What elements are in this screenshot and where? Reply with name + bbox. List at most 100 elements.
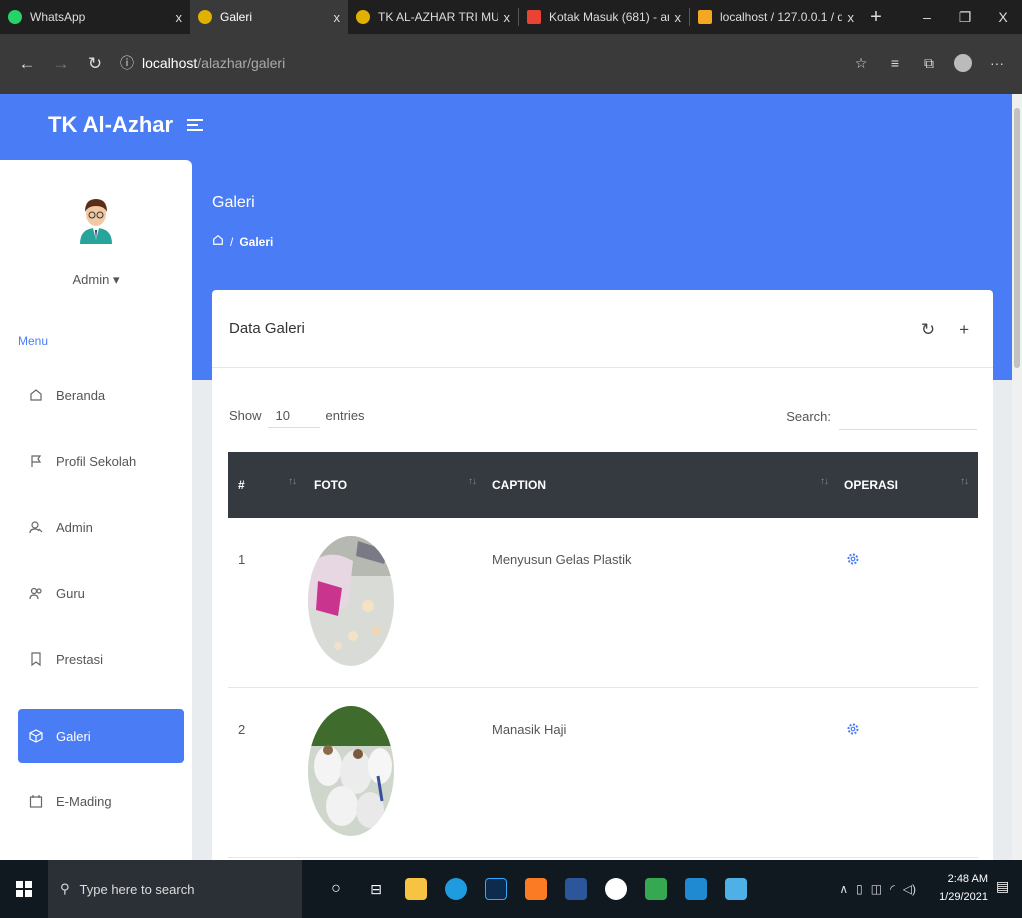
home-icon[interactable] <box>212 234 224 249</box>
close-icon[interactable]: x <box>675 10 682 25</box>
sidebar-item-beranda[interactable]: Beranda <box>18 368 184 422</box>
sort-icon[interactable]: ↑↓ <box>468 476 477 487</box>
school-logo-icon <box>356 10 370 24</box>
edge-browser-icon[interactable] <box>438 871 474 907</box>
browser-tab-strip: WhatsApp x Galeri x TK AL-AZHAR TRI MULY… <box>0 0 1022 34</box>
card-header: Data Galeri ↻ + <box>212 290 993 368</box>
new-tab-plus-icon[interactable]: + <box>862 6 890 29</box>
emoji-app-icon[interactable] <box>598 871 634 907</box>
info-icon[interactable]: ⓘ <box>120 53 134 73</box>
calendar-icon <box>28 793 44 809</box>
sort-icon[interactable]: ↑↓ <box>820 476 829 487</box>
table-header: # ↑↓ FOTO ↑↓ CAPTION ↑↓ OPERASI ↑↓ <box>228 452 978 518</box>
browser-tab-tk-al-azhar[interactable]: TK AL-AZHAR TRI MULYA JAYA x <box>348 0 518 34</box>
gallery-photo[interactable] <box>308 536 394 666</box>
browser-tools: ☆ ≡ ⧉ ··· <box>844 46 1014 80</box>
user-dropdown[interactable]: Admin ▾ <box>0 272 192 288</box>
sidebar-item-galeri[interactable]: Galeri <box>18 709 184 763</box>
user-icon <box>28 519 44 535</box>
profile-avatar-icon[interactable] <box>954 54 972 72</box>
refresh-icon[interactable]: ↻ <box>921 320 935 340</box>
home-icon <box>28 387 44 403</box>
taskbar-search[interactable]: ⚲ Type here to search <box>48 860 302 918</box>
table-row: 2 Manasik Haji <box>228 688 978 858</box>
vscode-icon[interactable] <box>678 871 714 907</box>
excel-like-icon[interactable] <box>638 871 674 907</box>
search-icon: ⚲ <box>60 881 70 896</box>
window-controls: – ❐ X <box>908 0 1022 34</box>
more-menu-icon[interactable]: ··· <box>980 55 1014 71</box>
search-input[interactable] <box>839 402 977 430</box>
notification-icon[interactable]: ▤ <box>996 878 1014 898</box>
entries-length-control: Show 10 entries <box>229 402 365 428</box>
photoshop-icon[interactable] <box>478 871 514 907</box>
sidebar-item-profil-sekolah[interactable]: Profil Sekolah <box>18 434 184 488</box>
sidebar-item-e-mading[interactable]: E-Mading <box>18 774 184 828</box>
file-explorer-icon[interactable] <box>398 871 434 907</box>
sidebar-item-prestasi[interactable]: Prestasi <box>18 632 184 686</box>
volume-icon[interactable]: ◁) <box>903 882 916 896</box>
favorite-star-icon[interactable]: ☆ <box>844 55 878 72</box>
close-icon[interactable]: x <box>848 10 855 25</box>
wifi-icon[interactable]: ◜ <box>890 882 895 896</box>
windows-start-icon[interactable] <box>0 881 48 897</box>
cortana-icon[interactable]: ○ <box>318 871 354 907</box>
gear-icon[interactable] <box>846 552 860 566</box>
browser-tab-galeri[interactable]: Galeri x <box>190 0 348 34</box>
table-row: 1 Menyusun Gelas Plastik <box>228 518 978 688</box>
gallery-photo[interactable] <box>308 706 394 836</box>
browser-tab-whatsapp[interactable]: WhatsApp x <box>0 0 190 34</box>
brand[interactable]: TK Al-Azhar <box>48 112 204 138</box>
maximize-icon[interactable]: ❐ <box>946 0 984 34</box>
flag-icon <box>28 453 44 469</box>
back-arrow-icon[interactable]: ← <box>10 54 44 74</box>
photos-app-icon[interactable] <box>718 871 754 907</box>
menu-toggle-icon[interactable] <box>187 116 204 134</box>
sidebar-item-guru[interactable]: Guru <box>18 566 184 620</box>
gmail-icon <box>527 10 541 24</box>
address-bar[interactable]: ⓘ localhost /alazhar/galeri <box>120 46 840 80</box>
user-avatar-icon <box>80 199 112 244</box>
close-icon[interactable]: x <box>176 10 183 25</box>
data-galeri-card: Data Galeri ↻ + Show 10 entries Search: … <box>212 290 993 860</box>
reload-icon[interactable]: ↻ <box>78 54 112 74</box>
browser-tab-phpmyadmin[interactable]: localhost / 127.0.0.1 / db_al x <box>690 0 862 34</box>
word-icon[interactable] <box>558 871 594 907</box>
sort-icon[interactable]: ↑↓ <box>288 476 297 487</box>
browser-toolbar: ← → ↻ ⓘ localhost /alazhar/galeri ☆ ≡ ⧉ … <box>0 34 1022 94</box>
collections-icon[interactable]: ⧉ <box>912 55 946 72</box>
column-header-caption[interactable]: CAPTION <box>492 452 546 518</box>
browser-tab-gmail[interactable]: Kotak Masuk (681) - amarsa x <box>519 0 689 34</box>
minimize-icon[interactable]: – <box>908 0 946 34</box>
column-header-foto[interactable]: FOTO <box>314 452 347 518</box>
battery-icon[interactable]: ▯ <box>856 882 863 896</box>
sidebar-item-admin[interactable]: Admin <box>18 500 184 554</box>
close-icon[interactable]: x <box>504 10 511 25</box>
column-header-number[interactable]: # <box>238 452 245 518</box>
breadcrumb: / Galeri <box>212 234 273 249</box>
favorites-list-icon[interactable]: ≡ <box>878 55 912 71</box>
gear-icon[interactable] <box>846 722 860 736</box>
xampp-icon[interactable] <box>518 871 554 907</box>
users-icon <box>28 585 44 601</box>
close-icon[interactable]: x <box>334 10 341 25</box>
page-scrollbar[interactable] <box>1012 94 1022 860</box>
sidebar: Admin ▾ Menu Beranda Profil Sekolah Admi… <box>0 160 192 860</box>
card-title: Data Galeri <box>229 320 305 337</box>
box-icon <box>28 728 44 744</box>
scroll-thumb[interactable] <box>1014 108 1020 368</box>
taskbar-clock[interactable]: 2:48 AM 1/29/2021 <box>939 870 988 906</box>
task-view-icon[interactable]: ⊟ <box>358 871 394 907</box>
sort-icon[interactable]: ↑↓ <box>960 476 969 487</box>
network-icon[interactable]: ◫ <box>871 882 882 896</box>
add-plus-icon[interactable]: + <box>959 320 969 340</box>
entries-select[interactable]: 10 <box>267 402 320 428</box>
breadcrumb-current: Galeri <box>239 234 274 249</box>
bookmark-icon <box>28 651 44 667</box>
column-header-operasi[interactable]: OPERASI <box>844 452 898 518</box>
chevron-up-icon[interactable]: ∧ <box>839 882 848 896</box>
window-close-icon[interactable]: X <box>984 0 1022 34</box>
forward-arrow-icon[interactable]: → <box>44 54 78 74</box>
windows-taskbar: ⚲ Type here to search ○ ⊟ ∧ ▯ ◫ ◜ ◁) 2:4… <box>0 860 1022 918</box>
whatsapp-icon <box>8 10 22 24</box>
